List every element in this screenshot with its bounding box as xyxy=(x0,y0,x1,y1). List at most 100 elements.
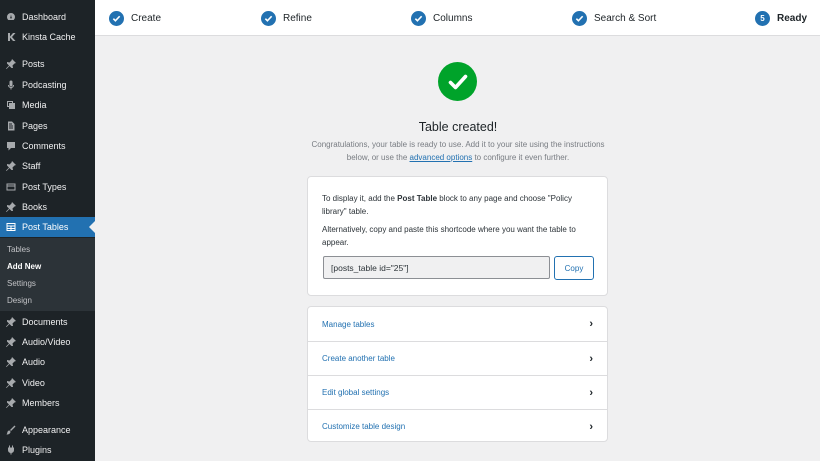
kinsta-icon xyxy=(6,32,16,42)
sidebar-item-posts[interactable]: Posts xyxy=(0,54,95,74)
media-icon xyxy=(6,100,16,110)
sidebar-item-label: Dashboard xyxy=(22,12,67,22)
pin-icon xyxy=(6,378,16,388)
pin-icon xyxy=(6,161,16,171)
sidebar-item-label: Audio/Video xyxy=(22,337,71,347)
sidebar-item-label: Podcasting xyxy=(22,80,67,90)
link-label: Edit global settings xyxy=(322,388,390,397)
step-create[interactable]: Create xyxy=(109,9,161,27)
sidebar-item-media[interactable]: Media xyxy=(0,95,95,115)
sidebar-item-staff[interactable]: Staff xyxy=(0,156,95,176)
sidebar-item-label: Post Types xyxy=(22,182,67,192)
sidebar-item-label: Pages xyxy=(22,121,48,131)
shortcode-field[interactable]: [posts_table id="25"] xyxy=(323,256,550,279)
chevron-right-icon: › xyxy=(589,352,593,365)
sidebar-item-label: Comments xyxy=(22,141,66,151)
page-title: Table created! xyxy=(418,120,498,134)
sidebar-item-documents[interactable]: Documents xyxy=(0,312,95,332)
sidebar-item-label: Posts xyxy=(22,59,45,69)
brush-icon xyxy=(6,425,16,435)
step-refine[interactable]: Refine xyxy=(261,9,312,27)
sidebar-item-label: Kinsta Cache xyxy=(22,32,76,42)
current-menu-arrow xyxy=(89,221,95,233)
sidebar-item-audio[interactable]: Audio xyxy=(0,352,95,372)
description-text-end: to configure it even further. xyxy=(472,152,570,162)
step-label: Ready xyxy=(777,12,808,24)
checkmark-icon xyxy=(109,10,124,26)
link-label: Manage tables xyxy=(322,319,375,329)
step-search-sort[interactable]: Search & Sort xyxy=(572,9,656,27)
post-tables-submenu: Tables Add New Settings Design xyxy=(0,238,95,311)
usage-instructions-card: To display it, add the Post Table block … xyxy=(307,176,608,296)
sidebar-item-plugins[interactable]: Plugins xyxy=(0,440,95,460)
checkmark-icon xyxy=(572,10,587,26)
success-check-icon xyxy=(438,62,477,101)
sidebar-item-audio-video[interactable]: Audio/Video xyxy=(0,332,95,352)
sidebar-item-label: Members xyxy=(22,398,60,408)
sidebar-item-kinsta-cache[interactable]: Kinsta Cache xyxy=(0,27,95,47)
chevron-right-icon: › xyxy=(589,420,593,433)
next-steps-card: Manage tables › Create another table › E… xyxy=(307,306,608,442)
block-name: Post Table xyxy=(397,194,438,203)
link-label: Create another table xyxy=(322,354,395,363)
microphone-icon xyxy=(6,80,16,90)
sidebar-item-label: Plugins xyxy=(22,445,52,455)
success-description: Congratulations, your table is ready to … xyxy=(310,139,606,164)
edit-global-settings-link[interactable]: Edit global settings › xyxy=(308,375,607,409)
create-another-table-link[interactable]: Create another table › xyxy=(308,341,607,375)
sidebar-item-podcasting[interactable]: Podcasting xyxy=(0,75,95,95)
copy-button[interactable]: Copy xyxy=(554,256,594,280)
pin-icon xyxy=(6,59,16,69)
sidebar-item-label: Staff xyxy=(22,161,41,171)
manage-tables-link[interactable]: Manage tables › xyxy=(308,307,607,341)
chevron-right-icon: › xyxy=(589,318,593,330)
sidebar-item-label: Video xyxy=(22,378,45,388)
instructions-text: To display it, add the xyxy=(322,194,398,203)
link-label: Customize table design xyxy=(322,422,406,431)
step-label: Columns xyxy=(433,12,473,24)
pin-icon xyxy=(6,398,16,408)
block-instructions: To display it, add the Post Table block … xyxy=(322,193,592,218)
step-ready[interactable]: 5 Ready xyxy=(755,9,807,27)
chevron-right-icon: › xyxy=(589,386,593,399)
setup-steps-bar: Create Refine Columns Search & Sort 5 Re… xyxy=(95,0,820,36)
sidebar-item-post-types[interactable]: Post Types xyxy=(0,177,95,197)
comment-icon xyxy=(6,141,16,151)
pin-icon xyxy=(6,317,16,327)
advanced-options-link[interactable]: advanced options xyxy=(410,153,473,162)
sidebar-item-video[interactable]: Video xyxy=(0,373,95,393)
dashboard-icon xyxy=(6,12,16,22)
submenu-item-tables[interactable]: Tables xyxy=(7,245,30,254)
sidebar-item-post-tables[interactable]: Post Tables xyxy=(0,217,95,237)
sidebar-item-label: Books xyxy=(22,202,48,212)
submenu-item-add-new[interactable]: Add New xyxy=(7,262,41,271)
sidebar-item-books[interactable]: Books xyxy=(0,197,95,217)
sidebar-item-label: Post Tables xyxy=(22,222,69,232)
step-columns[interactable]: Columns xyxy=(411,9,472,27)
pin-icon xyxy=(6,337,16,347)
page-icon xyxy=(6,121,16,131)
sidebar-item-comments[interactable]: Comments xyxy=(0,136,95,156)
sidebar-item-dashboard[interactable]: Dashboard xyxy=(0,7,95,27)
sidebar-item-label: Media xyxy=(22,100,47,110)
customize-table-design-link[interactable]: Customize table design › xyxy=(308,409,607,443)
pin-icon xyxy=(6,357,16,367)
sidebar-item-appearance[interactable]: Appearance xyxy=(0,420,95,440)
sidebar-item-pages[interactable]: Pages xyxy=(0,116,95,136)
post-types-icon xyxy=(6,182,16,192)
sidebar-item-members[interactable]: Members xyxy=(0,393,95,413)
checkmark-icon xyxy=(261,10,276,26)
submenu-item-settings[interactable]: Settings xyxy=(7,279,36,288)
sidebar-item-label: Appearance xyxy=(22,425,71,435)
table-icon xyxy=(6,222,16,232)
plugin-icon xyxy=(6,445,16,455)
pin-icon xyxy=(6,202,16,212)
step-label: Search & Sort xyxy=(594,12,657,24)
step-label: Refine xyxy=(283,12,312,24)
admin-sidebar: Dashboard Kinsta Cache Posts Podcasting … xyxy=(0,0,95,461)
checkmark-icon xyxy=(411,10,426,26)
step-label: Create xyxy=(131,12,162,24)
step-number: 5 xyxy=(755,10,770,26)
sidebar-item-label: Documents xyxy=(22,317,68,327)
submenu-item-design[interactable]: Design xyxy=(7,296,32,305)
